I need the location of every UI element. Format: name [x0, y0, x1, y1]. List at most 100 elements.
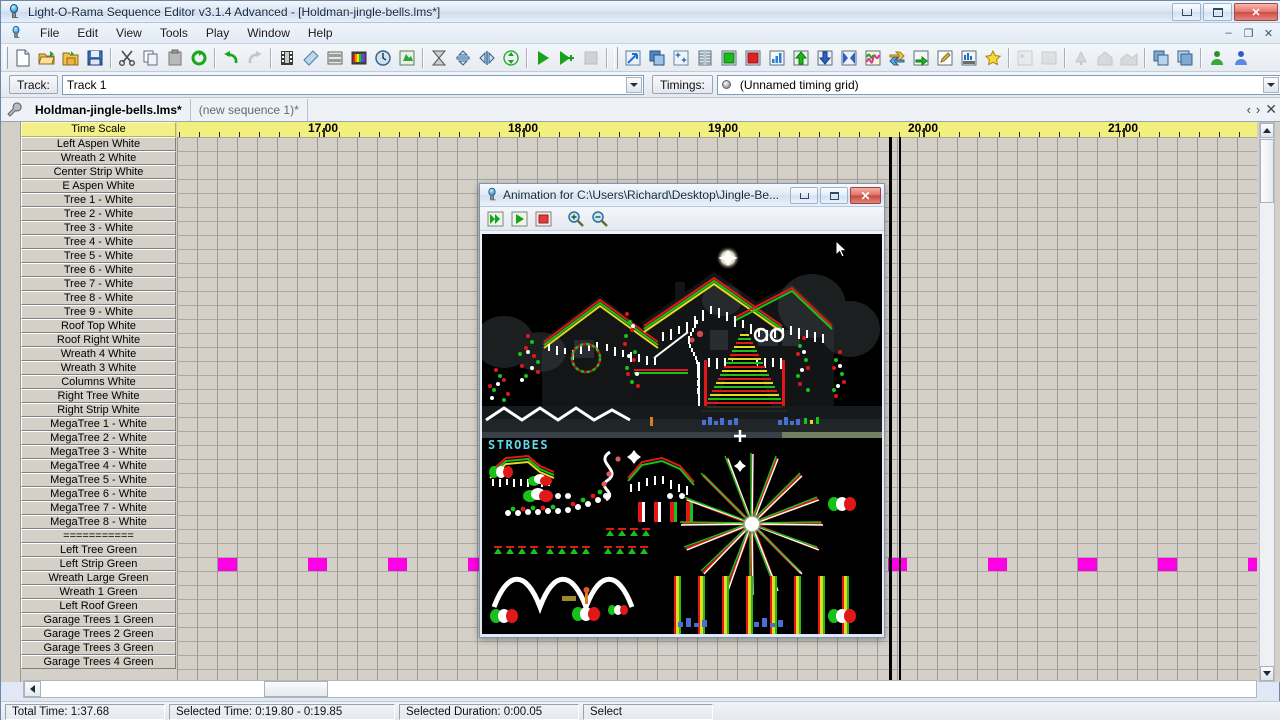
mirror-horizontal-icon[interactable] — [475, 46, 499, 70]
wrench-icon[interactable] — [1, 97, 27, 121]
house-disabled-icon[interactable] — [1093, 46, 1117, 70]
channel-row[interactable]: Tree 2 - White — [21, 207, 176, 221]
horizontal-scrollbar[interactable] — [23, 680, 1257, 698]
time-scale-header[interactable]: Time Scale — [21, 122, 176, 137]
playhead-marker[interactable] — [889, 137, 892, 682]
animation-maximize-button[interactable] — [820, 187, 848, 204]
color-spectrum-icon[interactable] — [347, 46, 371, 70]
grid-cell-on[interactable] — [218, 558, 237, 571]
doc-tab-new-sequence[interactable]: (new sequence 1)* — [191, 99, 308, 121]
channel-row[interactable]: Tree 4 - White — [21, 235, 176, 249]
sparkle-twinkle-icon[interactable] — [669, 46, 693, 70]
play-from-here-icon[interactable] — [555, 46, 579, 70]
channel-row[interactable]: MegaTree 4 - White — [21, 459, 176, 473]
green-up-arrow-icon[interactable] — [789, 46, 813, 70]
sparkle-disabled-icon[interactable] — [1013, 46, 1037, 70]
menu-file[interactable]: File — [31, 24, 68, 42]
track-combo[interactable]: Track 1 — [61, 74, 644, 95]
converge-arrows-icon[interactable] — [837, 46, 861, 70]
channel-row[interactable]: Left Roof Green — [21, 599, 176, 613]
scissors-cut-icon[interactable] — [115, 46, 139, 70]
ladder-icon[interactable] — [693, 46, 717, 70]
channel-row[interactable]: Garage Trees 4 Green — [21, 655, 176, 669]
scroll-up-button[interactable] — [1260, 123, 1274, 138]
channel-row[interactable]: MegaTree 5 - White — [21, 473, 176, 487]
save-as-folder-icon[interactable] — [59, 46, 83, 70]
menu-view[interactable]: View — [107, 24, 151, 42]
copy-pages-icon[interactable] — [139, 46, 163, 70]
dmx-chart-icon[interactable] — [957, 46, 981, 70]
stop-square-icon[interactable] — [579, 46, 603, 70]
doc-tab-next-button[interactable]: › — [1256, 102, 1260, 117]
tile-windows-icon[interactable] — [1149, 46, 1173, 70]
undo-arrow-icon[interactable] — [219, 46, 243, 70]
channel-row[interactable]: MegaTree 2 - White — [21, 431, 176, 445]
animation-minimize-button[interactable] — [790, 187, 818, 204]
maximize-button[interactable] — [1203, 3, 1232, 21]
doc-tab-close-button[interactable]: ✕ — [1265, 101, 1277, 118]
time-ruler[interactable]: 17.0018.0019.0020.0021.00 — [177, 122, 1257, 137]
grid-cell-on[interactable] — [308, 558, 327, 571]
close-button[interactable]: ✕ — [1234, 3, 1278, 21]
channel-row[interactable]: MegaTree 1 - White — [21, 417, 176, 431]
chevron-down-icon[interactable] — [1263, 76, 1279, 93]
green-arrow-box-icon[interactable] — [909, 46, 933, 70]
animation-close-button[interactable]: ✕ — [850, 187, 881, 204]
channel-row[interactable]: Wreath 3 White — [21, 361, 176, 375]
open-folder-icon[interactable] — [35, 46, 59, 70]
copy-region-icon[interactable] — [645, 46, 669, 70]
grid-cell-on[interactable] — [388, 558, 407, 571]
zoom-in-icon[interactable] — [564, 207, 588, 231]
grid-cell-on[interactable] — [988, 558, 1007, 571]
hourglass-compress-icon[interactable] — [427, 46, 451, 70]
grid-cell-on[interactable] — [1158, 558, 1177, 571]
picture-disabled-icon[interactable] — [1037, 46, 1061, 70]
mdi-close-button[interactable]: ✕ — [1259, 25, 1278, 41]
tree-disabled-icon[interactable] — [1069, 46, 1093, 70]
channel-row[interactable]: Wreath 2 White — [21, 151, 176, 165]
channel-row[interactable]: Right Tree White — [21, 389, 176, 403]
vertical-scrollbar[interactable] — [1259, 122, 1275, 682]
toolbar-grip[interactable] — [4, 46, 8, 69]
expand-vertical-icon[interactable] — [451, 46, 475, 70]
channel-row[interactable]: Wreath 1 Green — [21, 585, 176, 599]
grey-bars-icon[interactable] — [323, 46, 347, 70]
menu-tools[interactable]: Tools — [151, 24, 197, 42]
channel-row[interactable]: =========== — [21, 529, 176, 543]
pencil-edit-icon[interactable] — [933, 46, 957, 70]
house2-disabled-icon[interactable] — [1117, 46, 1141, 70]
channel-row[interactable]: Roof Right White — [21, 333, 176, 347]
channel-row[interactable]: MegaTree 6 - White — [21, 487, 176, 501]
channel-row[interactable]: Tree 9 - White — [21, 305, 176, 319]
menu-play[interactable]: Play — [197, 24, 238, 42]
channel-row[interactable]: Garage Trees 2 Green — [21, 627, 176, 641]
channel-row[interactable]: Left Aspen White — [21, 137, 176, 151]
clock-icon[interactable] — [371, 46, 395, 70]
star-favorite-icon[interactable] — [981, 46, 1005, 70]
zoom-out-icon[interactable] — [588, 207, 612, 231]
yellow-blue-swap-icon[interactable] — [885, 46, 909, 70]
scroll-down-button[interactable] — [1260, 666, 1274, 681]
redo-arrow-icon[interactable] — [243, 46, 267, 70]
channel-row[interactable]: Center Strip White — [21, 165, 176, 179]
blue-diamond-icon[interactable] — [299, 46, 323, 70]
channel-row[interactable]: Left Strip Green — [21, 557, 176, 571]
channel-row[interactable]: Columns White — [21, 375, 176, 389]
stop-red-icon[interactable] — [532, 207, 556, 231]
menu-edit[interactable]: Edit — [68, 24, 107, 42]
vertical-scroll-thumb[interactable] — [1260, 139, 1274, 203]
channel-row[interactable]: Roof Top White — [21, 319, 176, 333]
green-circular-arrow-icon[interactable] — [187, 46, 211, 70]
paste-clipboard-icon[interactable] — [163, 46, 187, 70]
blue-down-arrow-icon[interactable] — [813, 46, 837, 70]
mdi-restore-button[interactable]: ❐ — [1239, 25, 1258, 41]
colorwave-icon[interactable] — [861, 46, 885, 70]
channel-row[interactable]: Garage Trees 1 Green — [21, 613, 176, 627]
grid-cell-on[interactable] — [1078, 558, 1097, 571]
channel-row[interactable]: Left Tree Green — [21, 543, 176, 557]
scroll-left-button[interactable] — [24, 681, 41, 697]
channel-row[interactable]: Tree 7 - White — [21, 277, 176, 291]
select-arrow-icon[interactable] — [621, 46, 645, 70]
channel-row[interactable]: MegaTree 8 - White — [21, 515, 176, 529]
timings-label-button[interactable]: Timings: — [652, 75, 713, 94]
